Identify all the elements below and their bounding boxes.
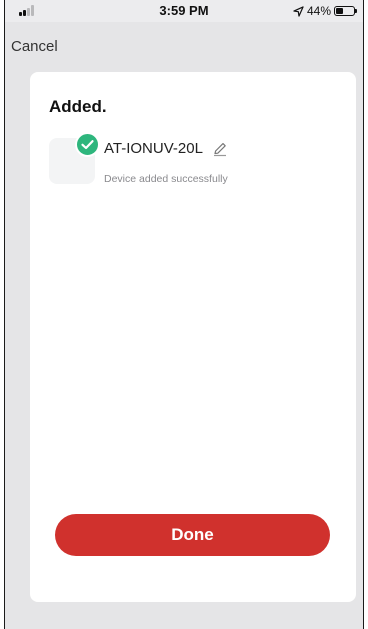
status-bar: 3:59 PM 44% [5,0,363,22]
device-name-row: AT-IONUV-20L [104,140,228,157]
device-status-text: Device added successfully [104,173,228,185]
location-arrow-icon [293,5,304,17]
battery-tip [355,9,357,13]
phone-screen: 3:59 PM 44% Cancel Added. AT-IONUV-20L D… [4,0,364,629]
battery-percent: 44% [306,4,331,18]
check-icon [75,132,100,157]
device-name: AT-IONUV-20L [104,140,203,157]
done-button[interactable]: Done [55,514,330,556]
pencil-edit-icon[interactable] [212,141,228,157]
battery-fill [336,8,343,14]
status-right-group: 44% [293,3,357,19]
page-title: Added. [49,97,107,116]
result-card: Added. AT-IONUV-20L Device added success… [30,72,356,602]
battery-icon [334,6,357,16]
cancel-button[interactable]: Cancel [11,38,58,55]
